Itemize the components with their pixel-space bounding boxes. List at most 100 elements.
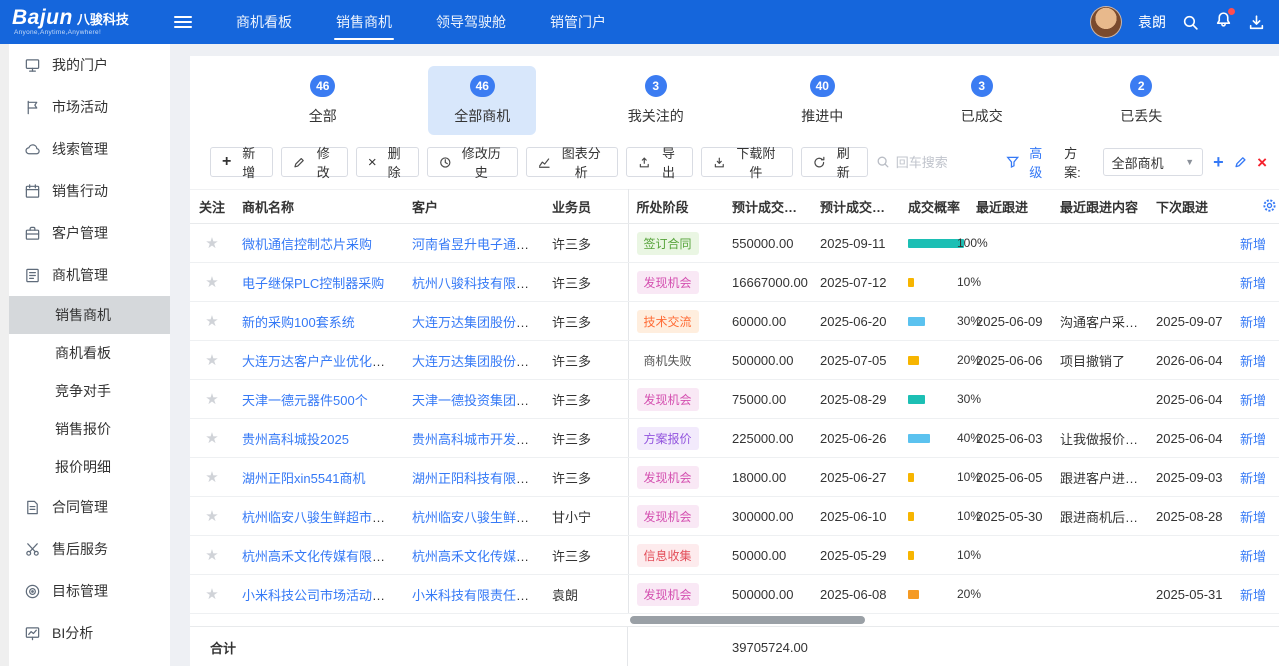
sidebar-item-basic[interactable]: 基本功能 <box>9 654 170 666</box>
table-row[interactable]: ★ 贵州高科城投2025 贵州高科城市开发集团服... 许三多 方案报价 225… <box>190 419 1279 458</box>
add-followup-link[interactable]: 新增 <box>1240 315 1266 330</box>
add-followup-link[interactable]: 新增 <box>1240 471 1266 486</box>
table-row[interactable]: ★ 杭州高禾文化传媒有限公司... 杭州高禾文化传媒有限公司 许三多 信息收集 … <box>190 536 1279 575</box>
add-followup-link[interactable]: 新增 <box>1240 237 1266 252</box>
star-icon[interactable]: ★ <box>205 586 218 603</box>
star-icon[interactable]: ★ <box>205 547 218 564</box>
edit-button[interactable]: 修改 <box>281 147 348 177</box>
export-button[interactable]: 导出 <box>626 147 693 177</box>
sidebar-item-market-activity[interactable]: 市场活动 <box>9 86 170 128</box>
stat-tab-all[interactable]: 46 全部 <box>283 66 363 135</box>
sidebar-item-target[interactable]: 目标管理 <box>9 570 170 612</box>
scrollbar-thumb[interactable] <box>630 616 865 624</box>
sidebar-subitem-sales-opportunity[interactable]: 销售商机 <box>9 296 170 334</box>
download-attachment-button[interactable]: 下载附件 <box>701 147 793 177</box>
sidebar-subitem-opportunity-board[interactable]: 商机看板 <box>9 334 170 372</box>
chart-analysis-button[interactable]: 图表分析 <box>526 147 618 177</box>
star-icon[interactable]: ★ <box>205 313 218 330</box>
nav-opportunity-board[interactable]: 商机看板 <box>214 0 314 44</box>
customer-link[interactable]: 小米科技有限责任公司 <box>412 588 542 603</box>
sidebar-item-leads[interactable]: 线索管理 <box>9 128 170 170</box>
column-settings-icon[interactable] <box>1262 198 1277 213</box>
menu-toggle-icon[interactable] <box>174 16 192 28</box>
opportunity-name-link[interactable]: 杭州临安八骏生鲜超市（个... <box>242 510 404 525</box>
nav-leader-cockpit[interactable]: 领导驾驶舱 <box>414 0 528 44</box>
refresh-button[interactable]: 刷新 <box>801 147 868 177</box>
customer-link[interactable]: 河南省昱升电子通信有限... <box>412 237 544 252</box>
customer-link[interactable]: 杭州临安八骏生鲜超市（... <box>412 510 544 525</box>
customer-link[interactable]: 湖州正阳科技有限公司 <box>412 471 542 486</box>
search-box[interactable] <box>876 155 996 170</box>
opportunity-name-link[interactable]: 杭州高禾文化传媒有限公司... <box>242 549 404 564</box>
sidebar-item-opportunity[interactable]: 商机管理 <box>9 254 170 296</box>
table-row[interactable]: ★ 天津一德元器件500个 天津一德投资集团有限公司 许三多 发现机会 7500… <box>190 380 1279 419</box>
sidebar-item-customer[interactable]: 客户管理 <box>9 212 170 254</box>
sidebar-item-bi[interactable]: BI分析 <box>9 612 170 654</box>
edit-plan-icon[interactable] <box>1234 155 1247 169</box>
customer-link[interactable]: 天津一德投资集团有限公司 <box>412 393 544 408</box>
opportunity-name-link[interactable]: 天津一德元器件500个 <box>242 393 368 408</box>
nav-sales-opportunity[interactable]: 销售商机 <box>314 0 414 44</box>
table-row[interactable]: ★ 微机通信控制芯片采购 河南省昱升电子通信有限... 许三多 签订合同 550… <box>190 224 1279 263</box>
table-row[interactable]: ★ 湖州正阳xin5541商机 湖州正阳科技有限公司 许三多 发现机会 1800… <box>190 458 1279 497</box>
opportunity-name-link[interactable]: 微机通信控制芯片采购 <box>242 237 372 252</box>
add-followup-link[interactable]: 新增 <box>1240 393 1266 408</box>
sidebar-subitem-quote-detail[interactable]: 报价明细 <box>9 448 170 486</box>
search-input[interactable] <box>896 155 986 170</box>
user-name[interactable]: 袁朗 <box>1138 12 1166 32</box>
table-row[interactable]: ★ 小米科技公司市场活动招标 小米科技有限责任公司 袁朗 发现机会 500000… <box>190 575 1279 614</box>
add-followup-link[interactable]: 新增 <box>1240 588 1266 603</box>
table-row[interactable]: ★ 大连万达客户产业优化项目 大连万达集团股份有限公司 许三多 商机失败 500… <box>190 341 1279 380</box>
avatar[interactable] <box>1090 6 1122 38</box>
table-row[interactable]: ★ 新的采购100套系统 大连万达集团股份有限公司 许三多 技术交流 60000… <box>190 302 1279 341</box>
delete-button[interactable]: ×删除 <box>356 147 419 177</box>
filter-icon[interactable] <box>1006 155 1019 169</box>
add-followup-link[interactable]: 新增 <box>1240 354 1266 369</box>
add-followup-link[interactable]: 新增 <box>1240 432 1266 447</box>
customer-link[interactable]: 贵州高科城市开发集团服... <box>412 432 544 447</box>
advanced-filter-link[interactable]: 高级 <box>1029 143 1054 181</box>
opportunity-name-link[interactable]: 大连万达客户产业优化项目 <box>242 354 398 369</box>
add-followup-link[interactable]: 新增 <box>1240 549 1266 564</box>
plan-select[interactable]: 全部商机 ▼ <box>1103 148 1204 176</box>
sidebar-subitem-sales-quote[interactable]: 销售报价 <box>9 410 170 448</box>
table-row[interactable]: ★ 杭州临安八骏生鲜超市（个... 杭州临安八骏生鲜超市（... 甘小宁 发现机… <box>190 497 1279 536</box>
star-icon[interactable]: ★ <box>205 391 218 408</box>
opportunity-name-link[interactable]: 电子继保PLC控制器采购 <box>242 276 384 291</box>
customer-link[interactable]: 杭州高禾文化传媒有限公司 <box>412 549 544 564</box>
customer-link[interactable]: 杭州八骏科技有限公司 <box>412 276 542 291</box>
customer-link[interactable]: 大连万达集团股份有限公司 <box>412 354 544 369</box>
sidebar-item-contract[interactable]: 合同管理 <box>9 486 170 528</box>
download-icon[interactable] <box>1248 14 1265 31</box>
add-plan-icon[interactable]: + <box>1213 153 1224 171</box>
sidebar-item-my-portal[interactable]: 我的门户 <box>9 44 170 86</box>
star-icon[interactable]: ★ <box>205 352 218 369</box>
opportunity-name-link[interactable]: 小米科技公司市场活动招标 <box>242 588 398 603</box>
stat-tab-lost[interactable]: 2 已丢失 <box>1094 66 1188 135</box>
opportunity-name-link[interactable]: 贵州高科城投2025 <box>242 432 349 447</box>
star-icon[interactable]: ★ <box>205 508 218 525</box>
opportunity-name-link[interactable]: 湖州正阳xin5541商机 <box>242 471 366 486</box>
add-button[interactable]: +新增 <box>210 147 273 177</box>
delete-plan-icon[interactable]: × <box>1257 154 1267 171</box>
history-button[interactable]: 修改历史 <box>427 147 519 177</box>
stat-tab-all-opportunities[interactable]: 46 全部商机 <box>428 66 536 135</box>
table-row[interactable]: ★ 电子继保PLC控制器采购 杭州八骏科技有限公司 许三多 发现机会 16667… <box>190 263 1279 302</box>
nav-sales-portal[interactable]: 销管门户 <box>528 0 628 44</box>
stat-tab-in-progress[interactable]: 40 推进中 <box>775 66 869 135</box>
add-followup-link[interactable]: 新增 <box>1240 276 1266 291</box>
sidebar-subitem-competitors[interactable]: 竞争对手 <box>9 372 170 410</box>
search-icon[interactable] <box>1182 14 1199 31</box>
sidebar-item-sales-action[interactable]: 销售行动 <box>9 170 170 212</box>
star-icon[interactable]: ★ <box>205 274 218 291</box>
opportunity-name-link[interactable]: 新的采购100套系统 <box>242 315 355 330</box>
star-icon[interactable]: ★ <box>205 469 218 486</box>
sidebar-item-after-sales[interactable]: 售后服务 <box>9 528 170 570</box>
stat-tab-won[interactable]: 3 已成交 <box>935 66 1029 135</box>
add-followup-link[interactable]: 新增 <box>1240 510 1266 525</box>
star-icon[interactable]: ★ <box>205 235 218 252</box>
customer-link[interactable]: 大连万达集团股份有限公司 <box>412 315 544 330</box>
stat-tab-followed[interactable]: 3 我关注的 <box>602 66 710 135</box>
star-icon[interactable]: ★ <box>205 430 218 447</box>
notifications[interactable] <box>1215 11 1232 33</box>
